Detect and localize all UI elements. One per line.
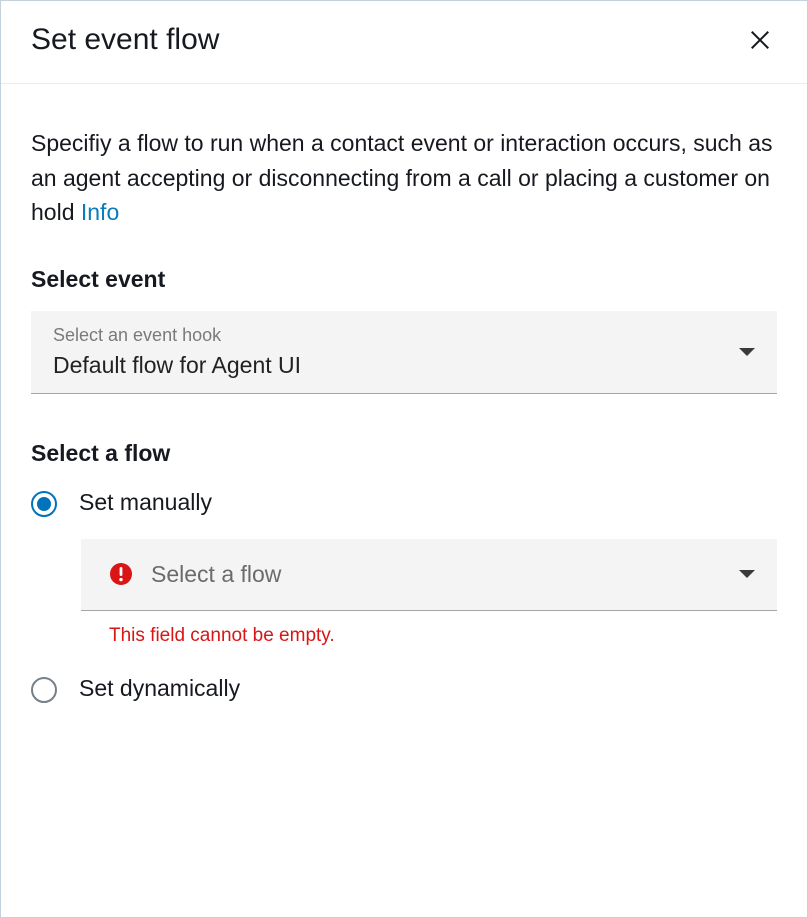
- flow-dropdown-placeholder: Select a flow: [151, 561, 725, 588]
- error-icon: [109, 562, 133, 586]
- panel-title: Set event flow: [31, 23, 219, 57]
- radio-option-dynamic: Set dynamically: [31, 673, 777, 703]
- manual-flow-nested: Select a flow This field cannot be empty…: [81, 539, 777, 647]
- radio-manual[interactable]: [31, 491, 57, 517]
- info-link[interactable]: Info: [81, 199, 119, 225]
- close-button[interactable]: [743, 23, 777, 57]
- panel-body: Specifiy a flow to run when a contact ev…: [1, 84, 807, 755]
- radio-dynamic-label: Set dynamically: [79, 673, 240, 702]
- description-text: Specifiy a flow to run when a contact ev…: [31, 130, 773, 225]
- flow-mode-radio-group: Set manually Select a flow This field ca…: [31, 487, 777, 703]
- event-hook-mini-label: Select an event hook: [53, 325, 725, 346]
- select-flow-label: Select a flow: [31, 440, 777, 467]
- chevron-down-icon: [739, 348, 755, 356]
- event-hook-value: Default flow for Agent UI: [53, 352, 725, 379]
- chevron-down-icon: [739, 570, 755, 578]
- select-event-label: Select event: [31, 266, 777, 293]
- flow-dropdown-error: This field cannot be empty.: [109, 625, 777, 647]
- radio-selected-dot-icon: [37, 497, 51, 511]
- radio-dynamic[interactable]: [31, 677, 57, 703]
- set-event-flow-panel: Set event flow Specifiy a flow to run wh…: [0, 0, 808, 918]
- close-icon: [749, 29, 771, 51]
- event-hook-dropdown[interactable]: Select an event hook Default flow for Ag…: [31, 311, 777, 394]
- event-hook-dropdown-col: Select an event hook Default flow for Ag…: [53, 325, 725, 379]
- radio-manual-label: Set manually: [79, 487, 212, 516]
- panel-description: Specifiy a flow to run when a contact ev…: [31, 126, 777, 230]
- flow-dropdown[interactable]: Select a flow: [81, 539, 777, 611]
- radio-option-manual: Set manually Select a flow This field ca…: [31, 487, 777, 647]
- panel-header: Set event flow: [1, 1, 807, 84]
